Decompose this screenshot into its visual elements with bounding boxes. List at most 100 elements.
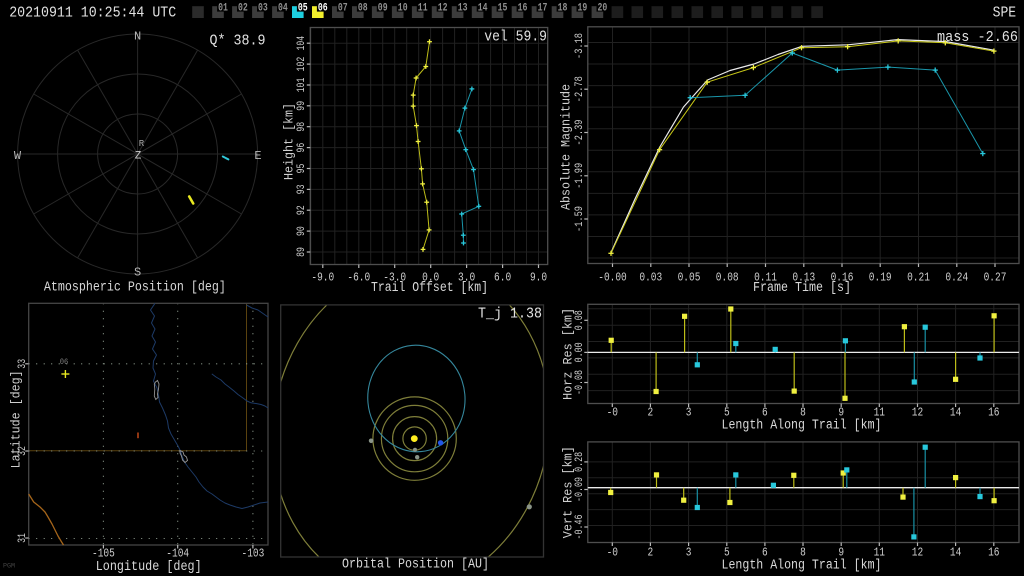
svg-text:Atmospheric Position [deg]: Atmospheric Position [deg] xyxy=(44,281,226,296)
svg-text:16: 16 xyxy=(518,3,528,15)
svg-text:-0.09: -0.09 xyxy=(574,477,586,502)
svg-text:8: 8 xyxy=(800,405,806,419)
svg-text:5: 5 xyxy=(724,405,730,419)
svg-text:0.08: 0.08 xyxy=(574,310,586,330)
svg-text:03: 03 xyxy=(258,3,268,15)
svg-text:-9.0: -9.0 xyxy=(311,271,334,285)
svg-text:05: 05 xyxy=(298,3,308,15)
svg-text:01: 01 xyxy=(218,3,228,15)
svg-text:12: 12 xyxy=(912,405,923,419)
svg-text:20210911 10:25:44 UTC: 20210911 10:25:44 UTC xyxy=(9,6,176,22)
svg-text:Horz Res [km]: Horz Res [km] xyxy=(562,308,576,400)
svg-text:14: 14 xyxy=(950,545,961,559)
svg-text:14: 14 xyxy=(950,405,961,419)
svg-text:0.27: 0.27 xyxy=(984,271,1007,285)
svg-text:101: 101 xyxy=(296,77,308,92)
svg-text:11: 11 xyxy=(874,405,885,419)
svg-text:Absolute Magnitude: Absolute Magnitude xyxy=(560,84,574,210)
svg-text:04: 04 xyxy=(278,3,288,15)
svg-text:07: 07 xyxy=(338,3,348,15)
svg-text:18: 18 xyxy=(558,3,568,15)
svg-text:3: 3 xyxy=(686,545,692,559)
svg-text:-0.08: -0.08 xyxy=(574,370,586,395)
svg-text:89: 89 xyxy=(296,247,308,257)
svg-text:-6.0: -6.0 xyxy=(347,271,370,285)
svg-text:14: 14 xyxy=(478,3,488,15)
svg-text:-105: -105 xyxy=(92,547,115,561)
svg-text:-1.99: -1.99 xyxy=(574,163,586,189)
svg-text:98: 98 xyxy=(296,122,308,132)
svg-text:-0: -0 xyxy=(607,405,618,419)
svg-text:Length Along Trail [km]: Length Along Trail [km] xyxy=(722,419,882,434)
svg-text:06: 06 xyxy=(318,3,328,15)
svg-text:2: 2 xyxy=(648,405,654,419)
svg-text:Length Along Trail [km]: Length Along Trail [km] xyxy=(722,559,882,574)
svg-text:6: 6 xyxy=(762,545,768,559)
svg-text:Frame Time [s]: Frame Time [s] xyxy=(753,281,851,296)
svg-text:11: 11 xyxy=(874,545,885,559)
svg-text:6.0: 6.0 xyxy=(494,271,511,285)
svg-text:06: 06 xyxy=(60,357,69,367)
svg-text:92: 92 xyxy=(296,205,308,215)
svg-text:104: 104 xyxy=(296,36,308,51)
svg-text:8: 8 xyxy=(800,545,806,559)
svg-text:0.24: 0.24 xyxy=(945,271,968,285)
svg-text:0.03: 0.03 xyxy=(639,271,662,285)
svg-text:10: 10 xyxy=(398,3,408,15)
svg-text:E: E xyxy=(254,149,261,163)
svg-text:33: 33 xyxy=(17,359,29,369)
svg-text:96: 96 xyxy=(296,143,308,153)
svg-text:vel 59.9: vel 59.9 xyxy=(484,30,547,46)
svg-text:11: 11 xyxy=(418,3,428,15)
svg-text:-0.46: -0.46 xyxy=(574,515,586,540)
svg-text:T_j 1.38: T_j 1.38 xyxy=(478,307,542,323)
svg-text:R: R xyxy=(139,139,145,149)
svg-text:Vert Res [km]: Vert Res [km] xyxy=(562,446,576,538)
svg-text:99: 99 xyxy=(296,101,308,111)
svg-text:W: W xyxy=(14,149,22,163)
svg-text:SPE: SPE xyxy=(993,6,1017,22)
svg-text:20: 20 xyxy=(598,3,608,15)
svg-text:9: 9 xyxy=(838,405,844,419)
svg-text:0.21: 0.21 xyxy=(907,271,930,285)
svg-text:Longitude [deg]: Longitude [deg] xyxy=(96,560,202,575)
svg-text:-0: -0 xyxy=(607,545,618,559)
svg-text:Latitude [deg]: Latitude [deg] xyxy=(10,370,24,468)
svg-text:93: 93 xyxy=(296,185,308,195)
svg-text:15: 15 xyxy=(498,3,508,15)
svg-text:6: 6 xyxy=(762,405,768,419)
svg-text:0.00: 0.00 xyxy=(574,342,586,362)
svg-text:0.05: 0.05 xyxy=(678,271,701,285)
svg-text:16: 16 xyxy=(988,405,999,419)
svg-text:Orbital Position [AU]: Orbital Position [AU] xyxy=(342,558,489,573)
svg-text:9.0: 9.0 xyxy=(530,271,547,285)
svg-text:08: 08 xyxy=(358,3,368,15)
svg-text:N: N xyxy=(134,30,141,44)
svg-text:17: 17 xyxy=(538,3,548,15)
svg-text:0.08: 0.08 xyxy=(716,271,739,285)
svg-text:2: 2 xyxy=(648,545,654,559)
svg-text:-2.78: -2.78 xyxy=(574,76,586,102)
svg-text:Z: Z xyxy=(135,151,142,163)
svg-text:12: 12 xyxy=(438,3,448,15)
svg-text:13: 13 xyxy=(458,3,468,15)
svg-text:Q* 38.9: Q* 38.9 xyxy=(210,34,266,50)
svg-text:16: 16 xyxy=(988,545,999,559)
svg-text:-2.39: -2.39 xyxy=(574,120,586,146)
svg-text:-104: -104 xyxy=(166,547,189,561)
svg-text:3: 3 xyxy=(686,405,692,419)
svg-text:9: 9 xyxy=(838,545,844,559)
svg-text:12: 12 xyxy=(912,545,923,559)
svg-text:0.19: 0.19 xyxy=(869,271,892,285)
svg-text:PGM: PGM xyxy=(3,563,15,570)
svg-text:-1.59: -1.59 xyxy=(574,206,586,232)
svg-text:02: 02 xyxy=(238,3,248,15)
svg-text:-0.00: -0.00 xyxy=(598,271,627,285)
svg-text:5: 5 xyxy=(724,545,730,559)
svg-text:90: 90 xyxy=(296,226,308,236)
svg-text:09: 09 xyxy=(378,3,388,15)
svg-text:31: 31 xyxy=(17,533,29,543)
svg-text:19: 19 xyxy=(578,3,588,15)
svg-text:95: 95 xyxy=(296,164,308,174)
svg-text:-103: -103 xyxy=(242,547,265,561)
